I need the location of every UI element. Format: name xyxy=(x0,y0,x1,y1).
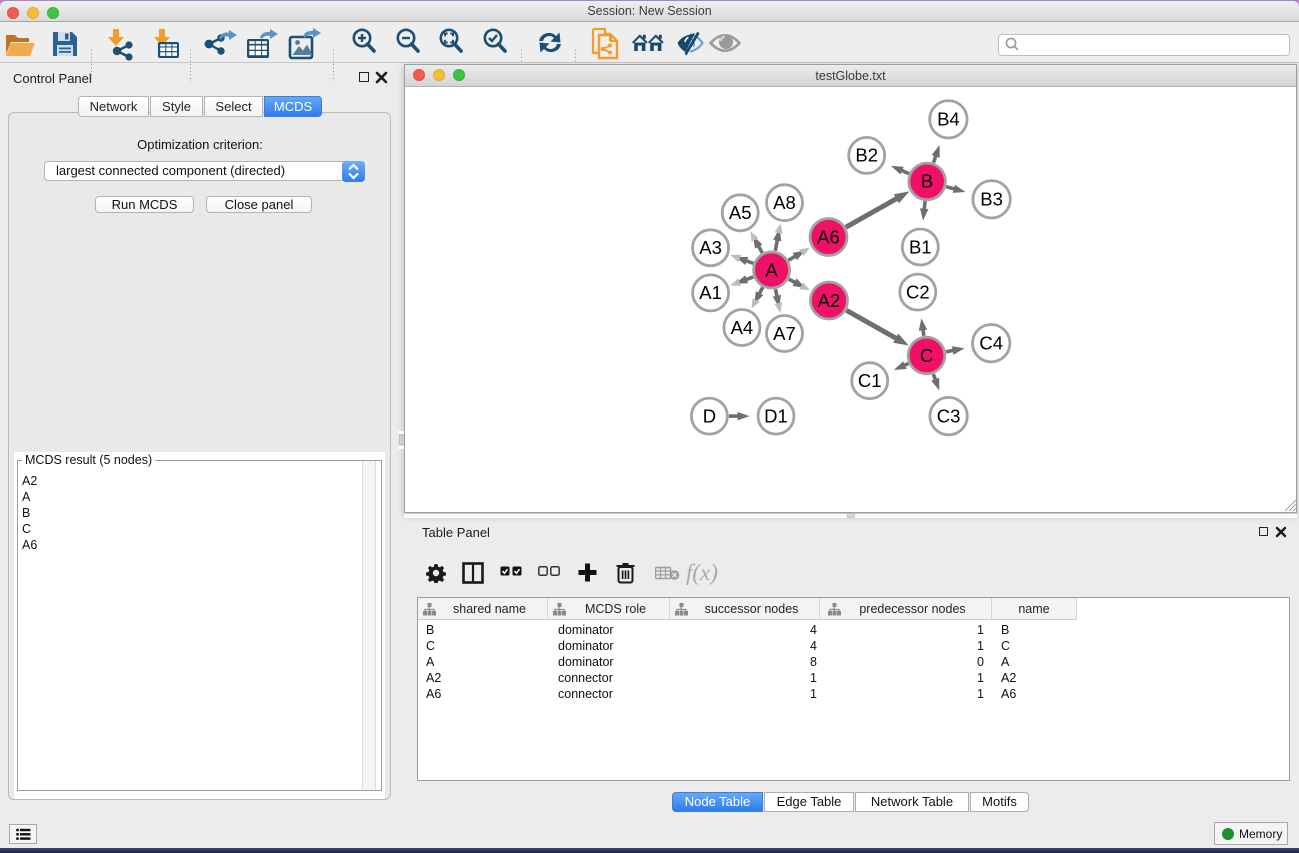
svg-text:A4: A4 xyxy=(731,317,754,338)
svg-text:A: A xyxy=(765,259,778,280)
svg-text:C: C xyxy=(920,345,933,366)
svg-text:B1: B1 xyxy=(909,236,932,257)
svg-text:A2: A2 xyxy=(818,290,841,311)
svg-text:D1: D1 xyxy=(764,405,788,426)
svg-text:A7: A7 xyxy=(773,323,796,344)
svg-text:C2: C2 xyxy=(906,281,930,302)
svg-text:C4: C4 xyxy=(979,333,1003,354)
svg-text:A8: A8 xyxy=(773,192,796,213)
svg-text:A3: A3 xyxy=(699,237,722,258)
svg-text:A5: A5 xyxy=(729,202,752,223)
svg-text:C1: C1 xyxy=(858,370,882,391)
svg-text:B2: B2 xyxy=(855,145,878,166)
svg-text:A1: A1 xyxy=(699,282,722,303)
svg-text:D: D xyxy=(703,405,716,426)
svg-text:B: B xyxy=(921,171,933,192)
svg-text:B3: B3 xyxy=(980,189,1003,210)
svg-text:B4: B4 xyxy=(937,109,960,130)
svg-text:A6: A6 xyxy=(817,226,840,247)
svg-text:C3: C3 xyxy=(937,405,961,426)
